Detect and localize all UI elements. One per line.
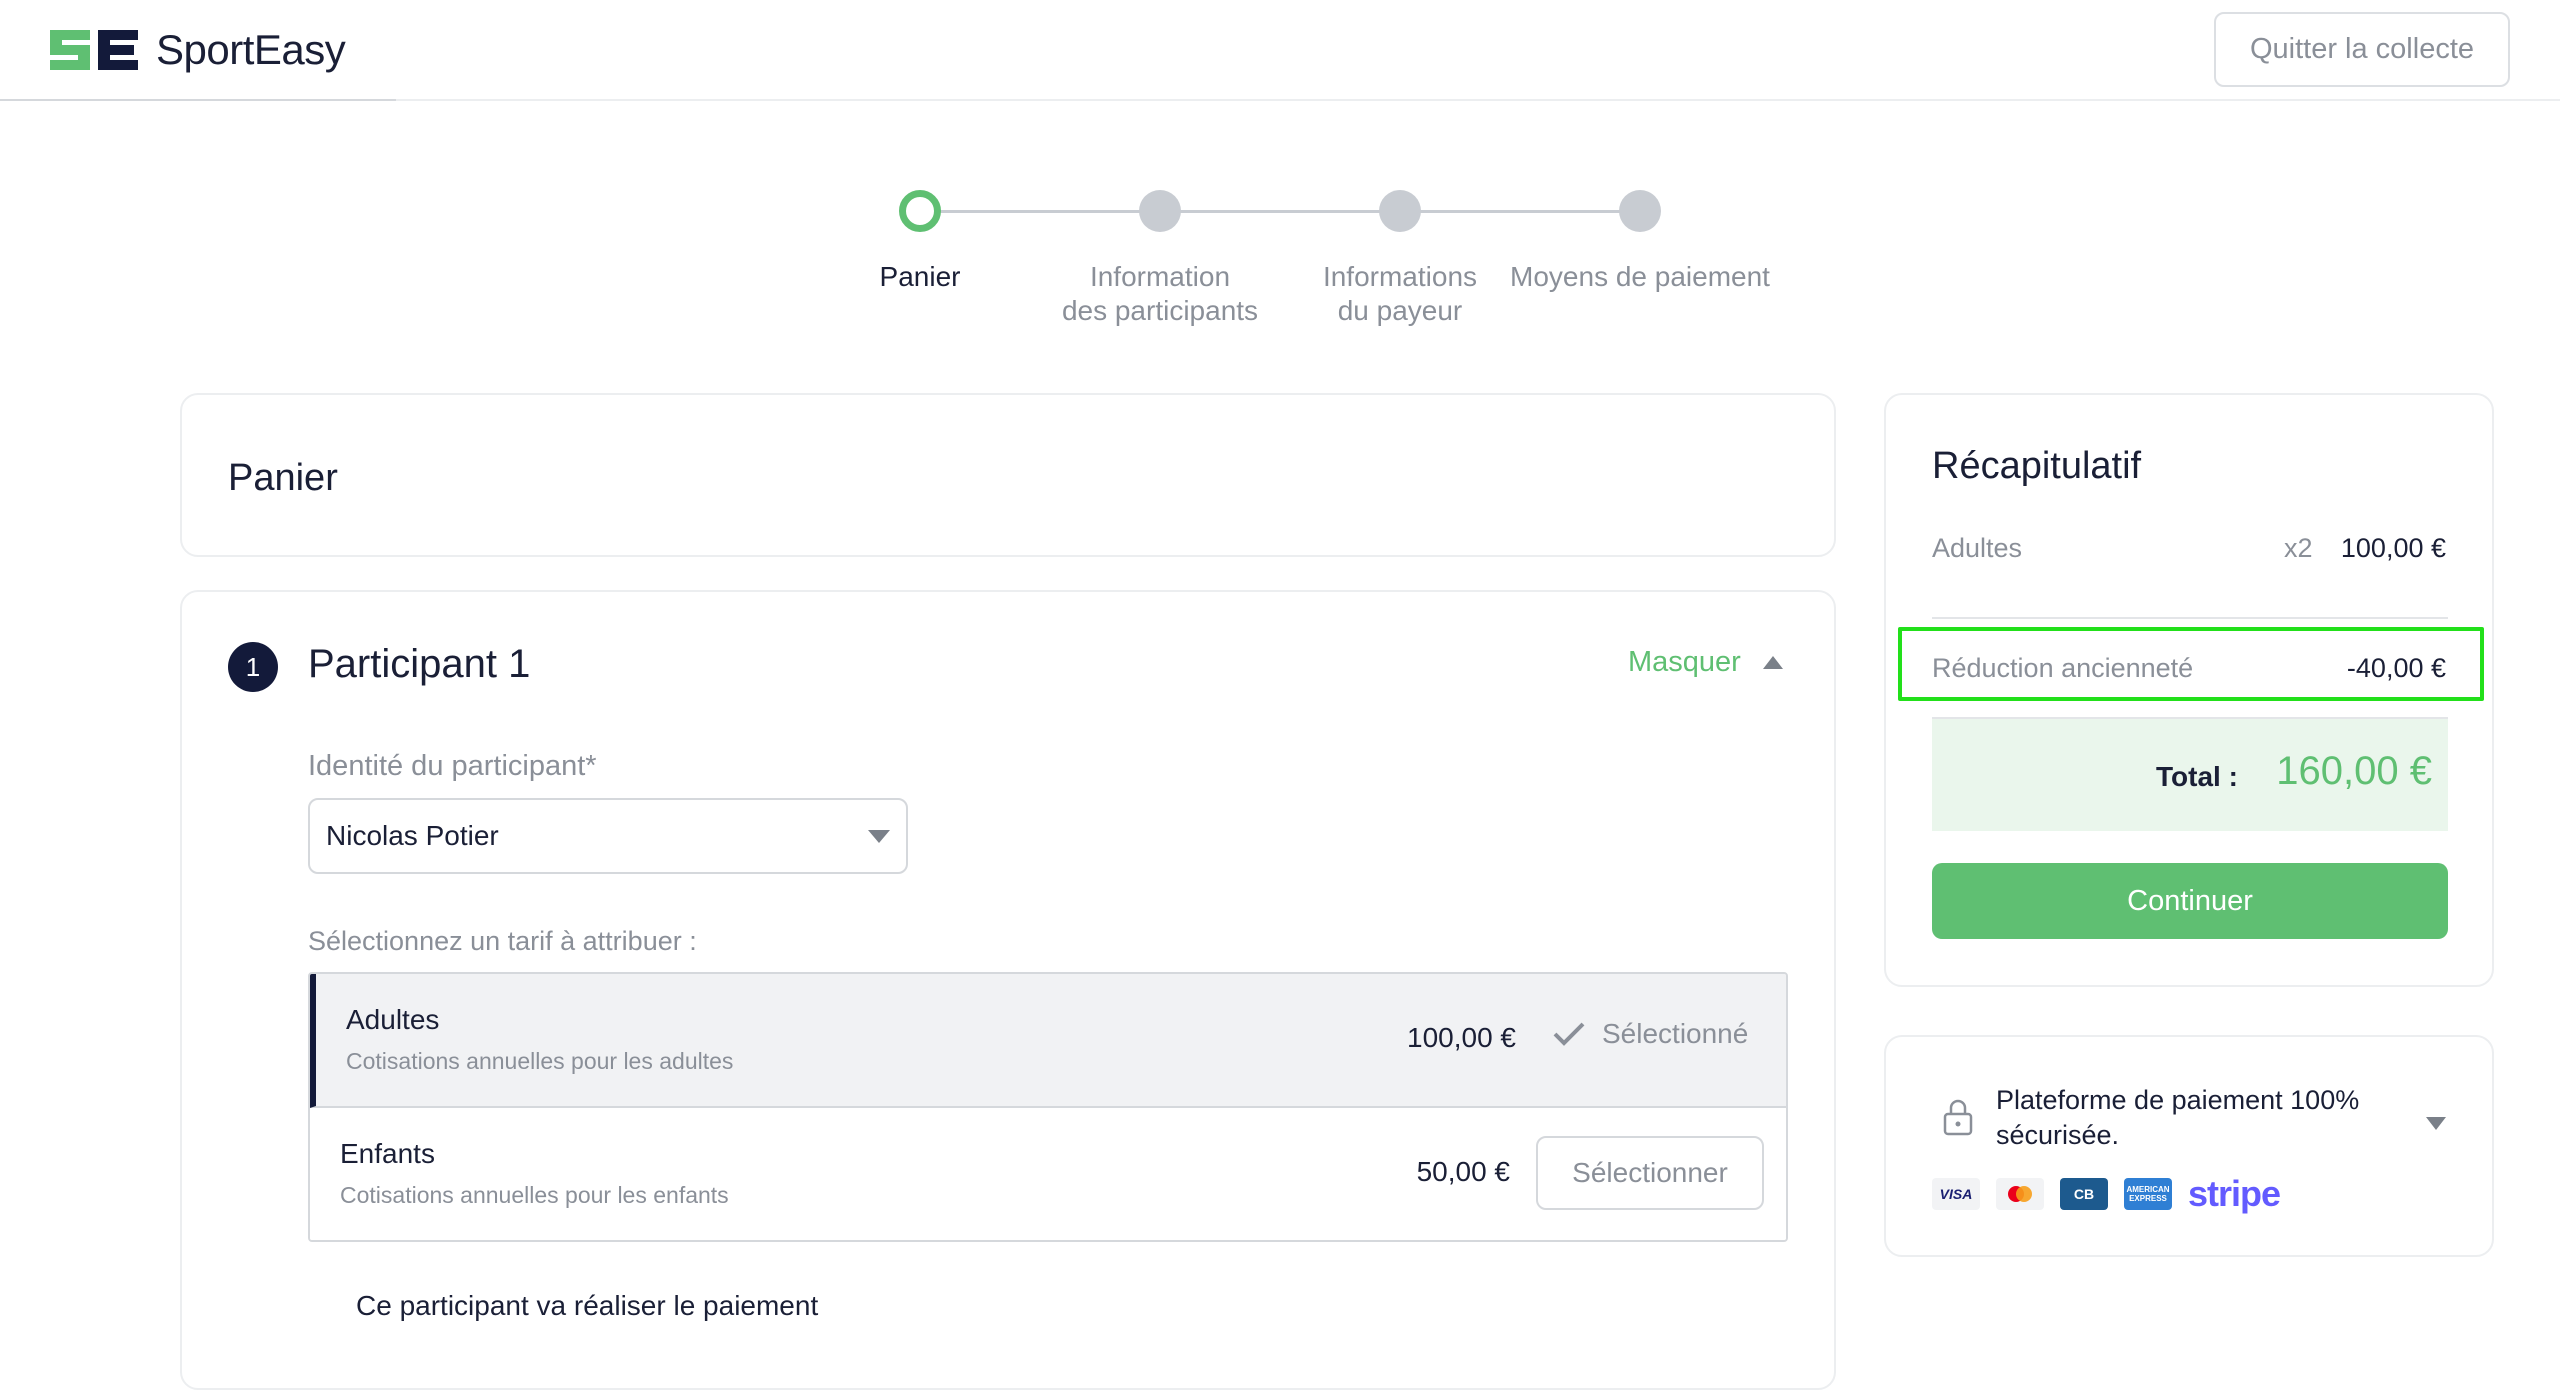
check-icon [1553,1022,1585,1046]
quit-collecte-button[interactable]: Quitter la collecte [2214,12,2510,87]
step-dot-paiement [1619,190,1661,232]
panier-title: Panier [228,457,338,499]
cb-card-icon: CB [2060,1178,2108,1210]
tarif-name: Adultes [346,1004,440,1035]
payer-note: Ce participant va réaliser le paiement [356,1290,819,1321]
discount-label: Réduction ancienneté [1932,653,2194,683]
total-box: Total : 160,00 € [1932,717,2448,831]
secure-payment-text: Plateforme de paiement 100% sécurisée. [1996,1085,2360,1150]
total-value: 160,00 € [2276,749,2432,793]
panier-card: Panier [180,393,1836,557]
selected-label: Sélectionné [1602,1018,1749,1049]
identity-label: Identité du participant* [308,750,597,782]
step-connector [920,210,1160,213]
step-dot-participants [1139,190,1181,232]
tarif-description: Cotisations annuelles pour les enfants [340,1182,729,1208]
mastercard-icon [1996,1178,2044,1210]
tarif-prompt: Sélectionnez un tarif à attribuer : [308,926,697,956]
step-dot-payeur [1379,190,1421,232]
lock-icon [1943,1099,1973,1136]
summary-title: Récapitulatif [1932,445,2142,487]
step-connector [1400,210,1640,213]
payment-methods: VISA CB AMERICAN EXPRESS stripe [1932,1173,2281,1215]
secure-payment-card[interactable]: Plateforme de paiement 100% sécurisée. V… [1884,1035,2494,1257]
tarif-name: Enfants [340,1138,435,1169]
masquer-label: Masquer [1628,646,1741,678]
summary-divider [1932,617,2448,619]
step-connector [1160,210,1400,213]
checkout-stepper: Panier Information des participants Info… [0,190,2560,340]
discount-amount: -40,00 € [2346,653,2446,683]
top-header: SportEasy Quitter la collecte [0,0,2560,101]
chevron-down-icon [868,830,890,843]
visa-icon: VISA [1932,1178,1980,1210]
sporteasy-logo-icon [46,24,142,76]
select-tarif-button[interactable]: Sélectionner [1536,1136,1764,1210]
header-active-underline [0,99,396,101]
summary-line-qty: x2 [2284,533,2313,563]
participant-number-badge: 1 [228,642,278,692]
participant-title: Participant 1 [308,642,531,686]
chevron-up-icon [1762,656,1783,669]
tarif-selected-status: Sélectionné [1552,1018,1748,1050]
tarif-row-adultes[interactable]: Adultes Cotisations annuelles pour les a… [310,974,1786,1108]
amex-icon: AMERICAN EXPRESS [2124,1178,2172,1210]
continue-button[interactable]: Continuer [1932,863,2448,939]
stripe-logo: stripe [2188,1173,2281,1214]
summary-line-amount: 100,00 € [2340,533,2446,563]
tarif-price: 50,00 € [1416,1156,1510,1187]
total-label: Total : [2156,761,2238,792]
summary-line-label: Adultes [1932,533,2023,563]
logo[interactable]: SportEasy [46,24,346,76]
tarif-price: 100,00 € [1407,1022,1516,1053]
tarif-description: Cotisations annuelles pour les adultes [346,1048,734,1074]
step-dot-panier [899,190,941,232]
masquer-toggle[interactable]: Masquer [1628,646,1783,679]
identity-value: Nicolas Potier [326,820,499,851]
summary-card: Récapitulatif Adultes x2 100,00 € Réduct… [1884,393,2494,987]
tarif-list: Adultes Cotisations annuelles pour les a… [308,972,1788,1242]
chevron-down-icon [2426,1117,2446,1130]
step-label-paiement: Moyens de paiement [1510,261,1770,292]
participant-card: 1 Participant 1 Masquer Identité du part… [180,590,1836,1390]
participant-identity-select[interactable]: Nicolas Potier [308,798,908,874]
logo-text: SportEasy [156,26,346,73]
tarif-row-enfants: Enfants Cotisations annuelles pour les e… [310,1108,1786,1240]
